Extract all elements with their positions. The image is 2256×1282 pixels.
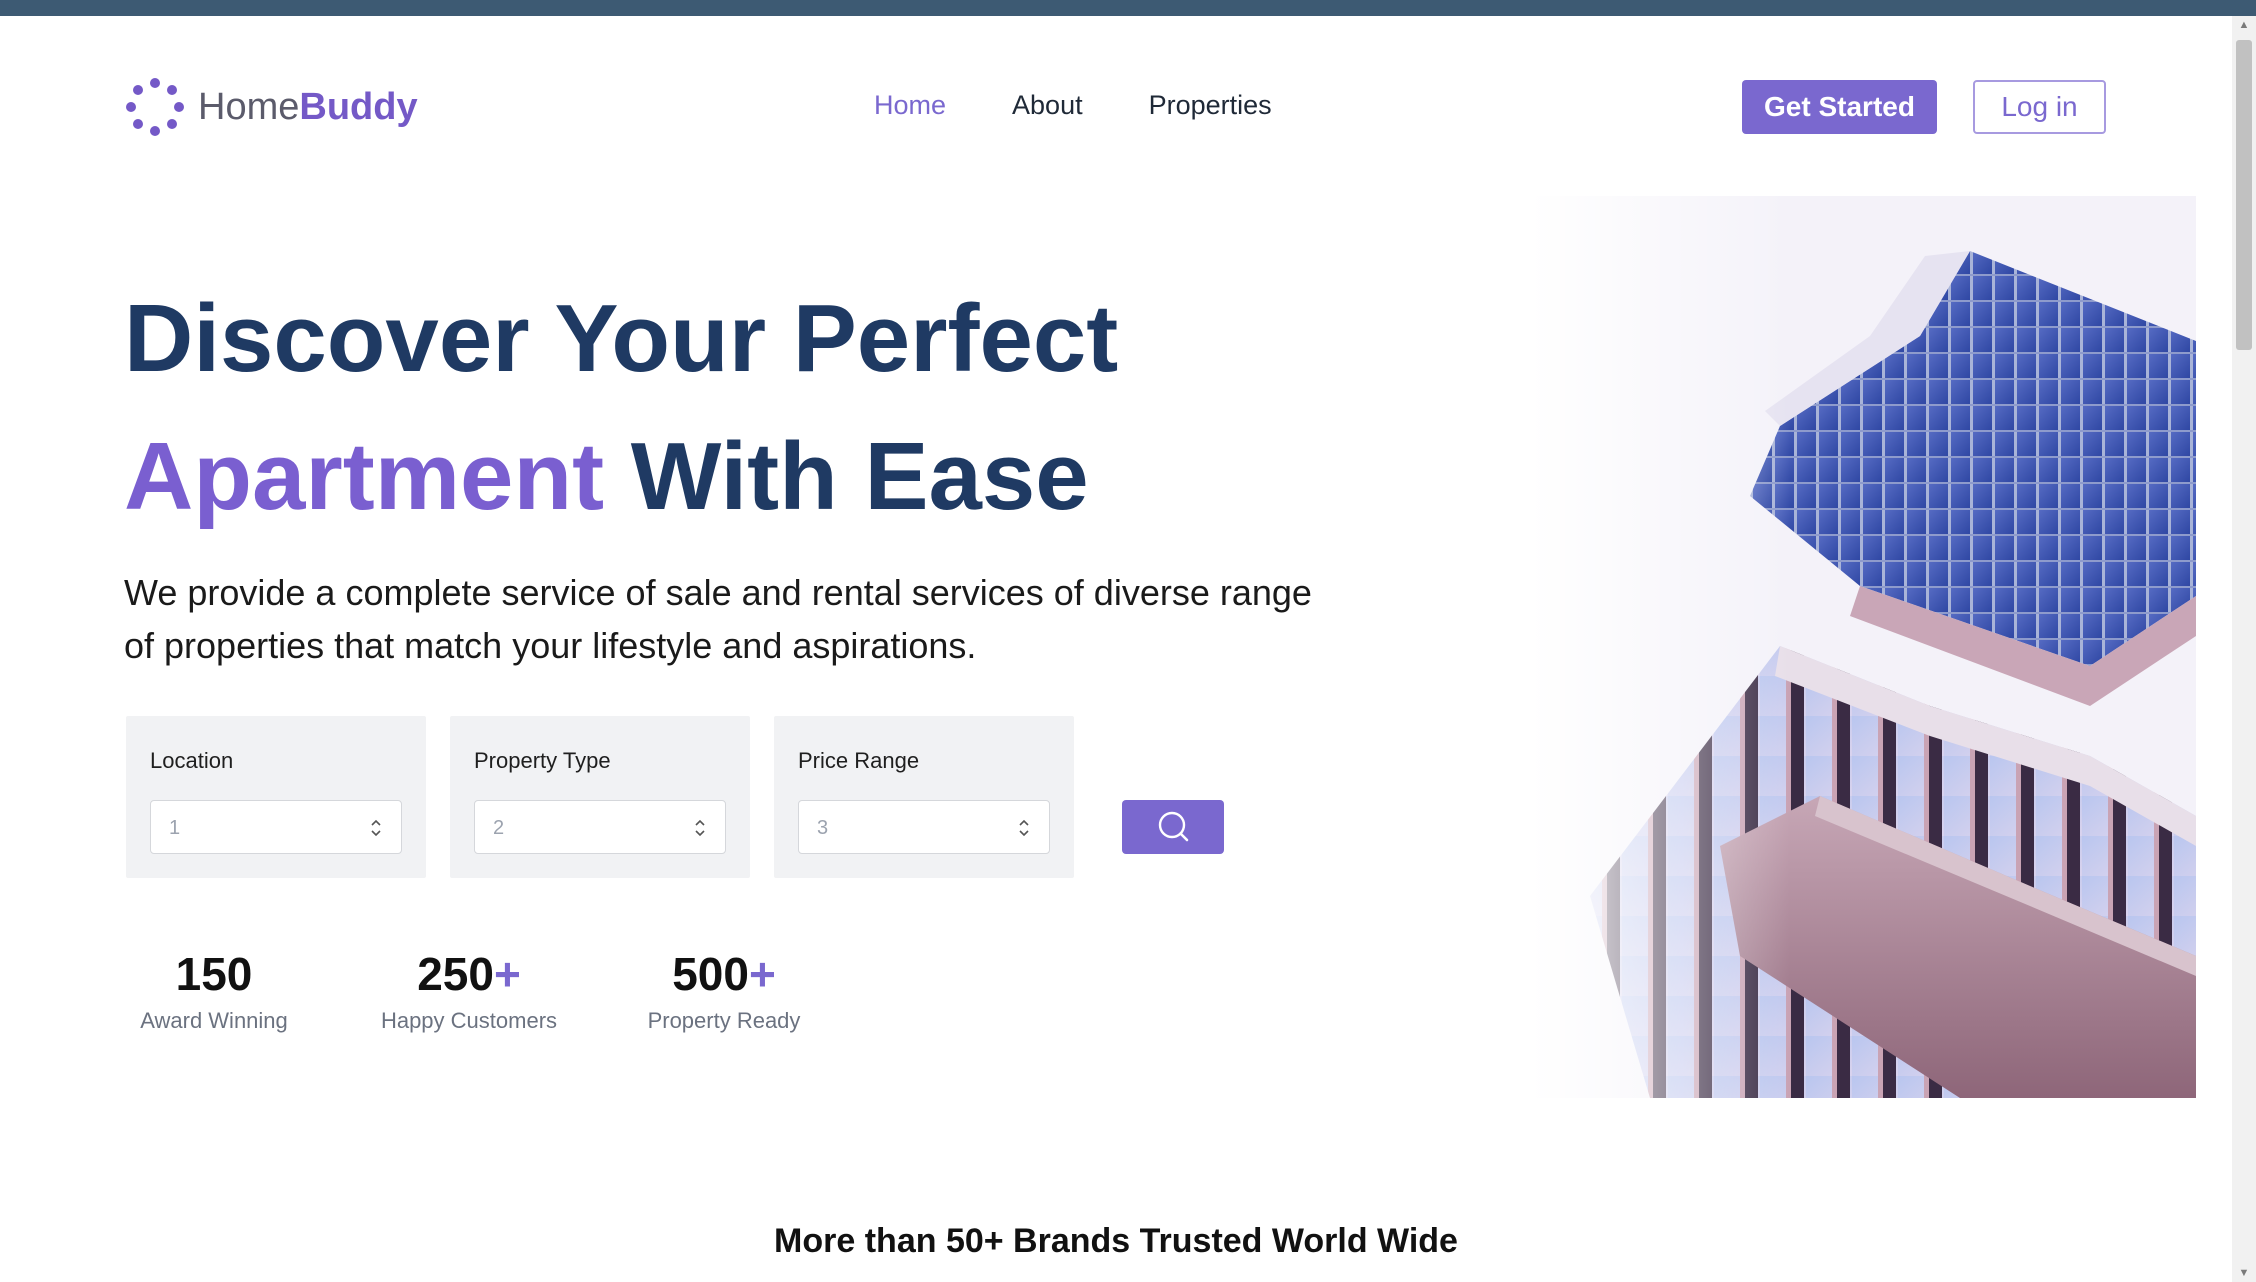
hero-description: We provide a complete service of sale an… xyxy=(124,572,1312,666)
select-chevron-icon xyxy=(371,819,381,837)
scroll-down-icon[interactable]: ▼ xyxy=(2232,1264,2256,1282)
stat-value: 250+ xyxy=(417,948,521,1000)
stat-label: Award Winning xyxy=(140,1008,288,1033)
browser-top-bar xyxy=(0,0,2256,16)
filter-price-range-label: Price Range xyxy=(798,748,920,773)
building-illustration xyxy=(1530,196,2196,1098)
brand-name: HomeBuddy xyxy=(198,85,418,128)
location-select-value: 1 xyxy=(169,817,181,839)
brand-logo[interactable]: HomeBuddy xyxy=(124,74,418,140)
hero-title-line1: Discover Your Perfect xyxy=(124,285,1119,392)
search-icon xyxy=(1158,811,1189,842)
search-button[interactable] xyxy=(1122,800,1224,854)
stat-label: Happy Customers xyxy=(380,1008,558,1033)
hero-title: Discover Your Perfect Apartment With Eas… xyxy=(124,270,1118,546)
filter-location: Location 1 xyxy=(126,716,426,878)
select-chevron-icon xyxy=(1019,819,1029,837)
stat-happy-customers: 250+ Happy Customers xyxy=(374,946,564,1034)
filter-location-label: Location xyxy=(150,748,234,773)
get-started-button[interactable]: Get Started xyxy=(1742,80,1937,134)
stat-value: 500+ xyxy=(672,948,776,1000)
stat-property-ready: 500+ Property Ready xyxy=(640,946,808,1034)
filter-price-range: Price Range 3 xyxy=(774,716,1074,878)
filter-property-type: Property Type 2 xyxy=(450,716,750,878)
page-scrollbar[interactable]: ▲ ▼ xyxy=(2232,16,2256,1282)
select-chevron-icon xyxy=(695,819,705,837)
scroll-up-icon[interactable]: ▲ xyxy=(2232,16,2256,34)
hero-title-accent: Apartment xyxy=(124,423,605,530)
scrollbar-thumb[interactable] xyxy=(2236,40,2252,350)
stat-award-winning: 150 Award Winning xyxy=(136,946,292,1034)
price-range-select[interactable]: 3 xyxy=(798,800,1050,854)
stat-value: 150 xyxy=(175,948,253,1000)
property-type-select-value: 2 xyxy=(493,817,505,839)
property-type-select[interactable]: 2 xyxy=(474,800,726,854)
nav-home[interactable]: Home xyxy=(874,90,946,121)
brands-heading: More than 50+ Brands Trusted World Wide xyxy=(774,1222,1458,1260)
hero-title-rest: With Ease xyxy=(630,423,1089,530)
hero-building-image xyxy=(1530,196,2196,1098)
nav-about[interactable]: About xyxy=(1012,90,1083,121)
location-select[interactable]: 1 xyxy=(150,800,402,854)
price-range-select-value: 3 xyxy=(817,817,829,839)
nav-properties[interactable]: Properties xyxy=(1149,90,1272,121)
main-nav: Home About Properties xyxy=(874,90,1272,121)
stat-label: Property Ready xyxy=(647,1008,801,1033)
logo-dots-icon xyxy=(124,76,186,138)
login-button[interactable]: Log in xyxy=(1973,80,2106,134)
filter-property-type-label: Property Type xyxy=(474,748,611,773)
